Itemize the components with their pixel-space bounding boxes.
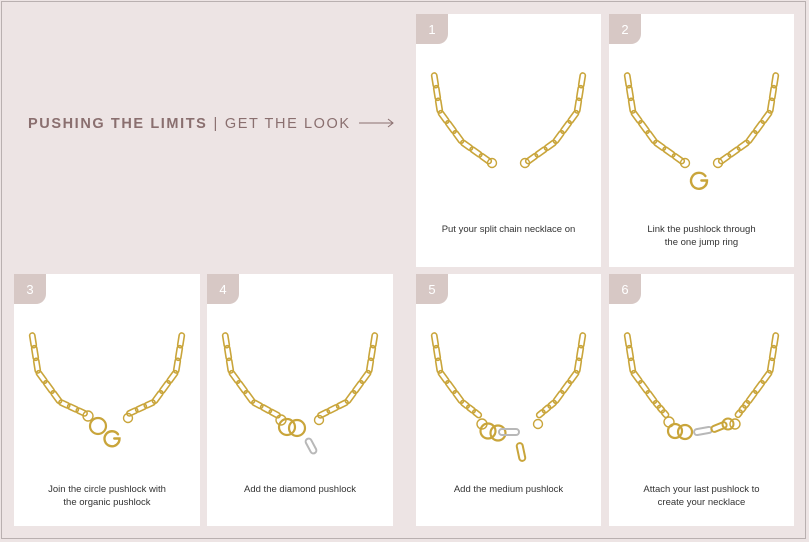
chain-link — [567, 369, 580, 385]
chain-link — [552, 389, 565, 405]
chain-link — [228, 369, 241, 385]
chain-link — [745, 129, 758, 145]
chain-link — [745, 389, 758, 405]
organic-pushlock — [689, 171, 709, 190]
medium-pushlock — [710, 421, 728, 433]
chain-link — [534, 146, 548, 158]
chain-link — [630, 109, 643, 125]
chain-link — [535, 408, 546, 419]
jump-ring — [479, 422, 497, 440]
get-the-look-link[interactable]: GET THE LOOK — [225, 116, 351, 132]
chain-link — [552, 129, 565, 145]
title-primary: PUSHING THE LIMITS — [28, 116, 208, 132]
step-card-4: 4 Add the diamond pushlock — [207, 274, 393, 526]
step-caption: Put your split chain necklace on — [441, 224, 576, 235]
step-number-badge: 1 — [416, 14, 448, 44]
chain-link — [752, 379, 766, 395]
jump-ring — [676, 423, 694, 441]
medium-pushlock — [515, 442, 527, 462]
step-number-badge: 4 — [207, 274, 239, 304]
chain-link — [559, 379, 573, 395]
organic-pushlock — [103, 430, 121, 448]
chain-link — [50, 389, 63, 405]
chain-link — [760, 369, 773, 385]
chain-link — [351, 379, 365, 395]
chain-link — [317, 408, 331, 419]
step-caption: Add the diamond pushlock — [244, 484, 356, 495]
page-title: PUSHING THE LIMITS | GET THE LOOK — [28, 115, 395, 133]
chain-link — [452, 129, 465, 145]
step-caption: Attach your last pushlock to create your… — [643, 484, 760, 508]
chain-link — [637, 119, 651, 135]
chain-link — [469, 146, 483, 158]
step-card-6: 6 Attach your last pushlock to create yo… — [609, 274, 794, 526]
chain-link — [662, 146, 676, 158]
jump-ring — [287, 418, 307, 438]
chain-link — [736, 139, 751, 152]
title-separator: | — [213, 116, 219, 132]
chain-link — [42, 379, 56, 395]
chain-link — [752, 119, 766, 135]
chain-link — [444, 119, 458, 135]
chain-link — [359, 369, 372, 385]
chain-link — [151, 389, 164, 405]
step-card-5: 5 Add the medium pushlock — [416, 274, 601, 526]
chain-link — [35, 369, 48, 385]
chain-link — [734, 409, 744, 419]
chain-link — [166, 369, 179, 385]
chain-link — [344, 389, 357, 405]
chain-link — [437, 369, 450, 385]
step-caption: Add the medium pushlock — [453, 484, 564, 495]
step-card-3: 3 Join the circle pushlock with the orga… — [14, 274, 200, 526]
chain-link — [437, 109, 450, 125]
jump-ring — [489, 424, 507, 442]
step-caption: Join the circle pushlock with the organi… — [48, 484, 166, 508]
chain-link — [543, 139, 558, 152]
jump-ring — [721, 417, 735, 431]
chain-link — [760, 109, 773, 125]
step-number-badge: 6 — [609, 274, 641, 304]
chain-link — [727, 146, 741, 158]
chain-link — [652, 139, 667, 152]
chain-link — [452, 389, 465, 405]
chain-link — [243, 389, 256, 405]
step-number-badge: 2 — [609, 14, 641, 44]
step-caption: Link the pushlock through the one jump r… — [647, 224, 756, 248]
chain-link — [637, 379, 651, 395]
chain-link — [268, 408, 281, 419]
chain-link — [645, 129, 658, 145]
jump-ring — [88, 416, 108, 436]
diamond-pushlock — [498, 428, 520, 436]
chain-link — [630, 369, 643, 385]
chain-link — [158, 379, 172, 395]
chain-link — [567, 109, 580, 125]
step-card-2: 2 Link the pushlock through the one jump… — [609, 14, 794, 267]
jump-ring — [532, 418, 544, 430]
chain-link — [645, 389, 658, 405]
diamond-pushlock — [304, 437, 318, 455]
diamond-pushlock — [693, 425, 713, 437]
chain-link — [235, 379, 249, 395]
step-number-badge: 3 — [14, 274, 46, 304]
step-number-badge: 5 — [416, 274, 448, 304]
step-card-1: 1 Put your split chain necklace on — [416, 14, 601, 267]
chain-link — [471, 408, 483, 419]
chain-link — [559, 119, 573, 135]
long-right-arrow-icon[interactable] — [358, 116, 395, 132]
chain-link — [459, 139, 474, 152]
chain-link — [444, 379, 458, 395]
